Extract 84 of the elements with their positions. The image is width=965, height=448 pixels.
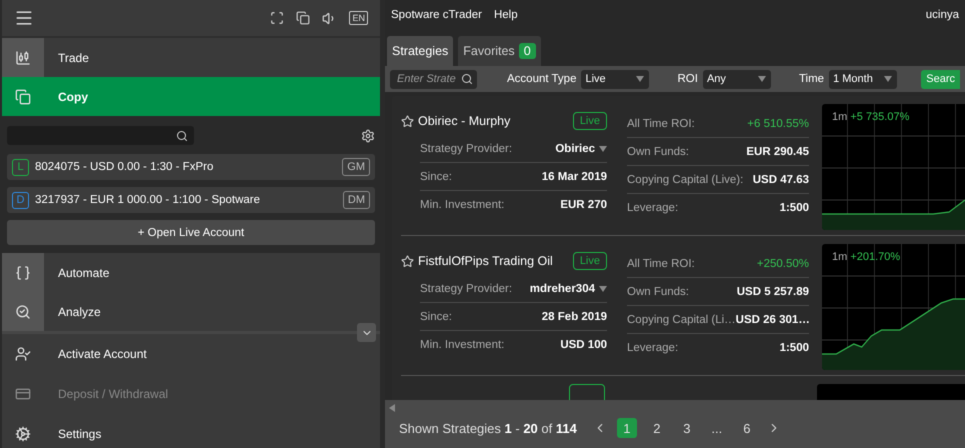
copy-icon bbox=[15, 88, 31, 104]
account-tag: GM bbox=[342, 158, 370, 176]
gear-icon bbox=[15, 426, 31, 442]
tab[interactable]: Favorites 0 bbox=[458, 36, 541, 66]
chart-return: 1m +201.70% bbox=[832, 251, 900, 263]
field-label: Copying Capital (Live): bbox=[627, 174, 744, 186]
field-value: USD 26 301… bbox=[736, 314, 810, 326]
filter-select[interactable]: Any bbox=[702, 70, 771, 88]
field-value: 28 Feb 2019 bbox=[542, 310, 607, 322]
shown-count: Shown Strategies 1 - 20 of 114 bbox=[399, 420, 577, 436]
field-label: Own Funds: bbox=[627, 146, 689, 158]
page-button[interactable]: ... bbox=[706, 418, 727, 438]
chart-return: 1m +5 735.07% bbox=[832, 111, 910, 123]
user-name[interactable]: ucinya bbox=[926, 9, 959, 21]
field-label: All Time ROI: bbox=[627, 118, 695, 130]
favorite-star-icon[interactable] bbox=[401, 114, 414, 128]
field-value: 1:500 bbox=[780, 202, 809, 214]
search-field[interactable] bbox=[7, 126, 194, 145]
strategy-search-input[interactable]: Enter Strate bbox=[395, 72, 461, 86]
account-item[interactable]: D 3217937 - EUR 1 000.00 - 1:100 - Spotware DM bbox=[7, 187, 375, 213]
windows-icon[interactable] bbox=[296, 11, 310, 25]
filter-select[interactable]: 1 Month bbox=[829, 70, 898, 88]
field-label: Copying Capital (Li… bbox=[627, 314, 736, 326]
field-value: USD 5 257.89 bbox=[736, 286, 809, 298]
account-type-badge: L bbox=[12, 158, 29, 176]
field-label: Min. Investment: bbox=[420, 199, 504, 211]
user-check-icon bbox=[15, 346, 31, 362]
field-value: USD 47.63 bbox=[752, 174, 809, 186]
field-value: +6 510.55% bbox=[747, 118, 809, 130]
field-label: Min. Investment: bbox=[420, 339, 504, 351]
field-label: Since: bbox=[420, 170, 452, 182]
strategy-name[interactable]: FistfulOfPips Trading Oil bbox=[418, 254, 573, 268]
filter-label: Account Type bbox=[507, 73, 576, 85]
tab[interactable]: Strategies bbox=[387, 36, 454, 66]
field-value: 1:500 bbox=[780, 342, 809, 354]
filter-label: Time bbox=[798, 73, 824, 85]
field-label: Leverage: bbox=[627, 202, 678, 214]
field-value[interactable]: Obiriec bbox=[555, 142, 607, 154]
menu-item[interactable]: Settings bbox=[2, 414, 380, 448]
live-badge: Live bbox=[572, 252, 607, 270]
strategy-search-field[interactable]: Enter Strate bbox=[390, 70, 477, 88]
field-value: +250.50% bbox=[756, 258, 809, 270]
menu-link[interactable]: Help bbox=[494, 9, 518, 21]
account-type-badge: D bbox=[12, 192, 29, 208]
account-tag: DM bbox=[342, 191, 370, 209]
field-label: Leverage: bbox=[627, 342, 678, 354]
field-label: Strategy Provider: bbox=[420, 142, 512, 154]
candlestick-icon bbox=[15, 50, 31, 66]
field-value: USD 100 bbox=[560, 339, 607, 351]
search-icon bbox=[461, 73, 473, 85]
favorite-star-icon[interactable] bbox=[401, 254, 414, 268]
page-button[interactable]: 2 bbox=[646, 418, 667, 438]
field-value: EUR 290.45 bbox=[746, 146, 809, 158]
fullscreen-icon[interactable] bbox=[270, 11, 284, 25]
field-label: Strategy Provider: bbox=[420, 282, 512, 294]
menu-item[interactable]: Activate Account bbox=[2, 334, 380, 374]
page-button[interactable]: 6 bbox=[736, 418, 757, 438]
language-button[interactable]: EN bbox=[349, 11, 368, 25]
menu-link[interactable]: Spotware cTrader bbox=[391, 9, 482, 21]
field-label: Own Funds: bbox=[627, 286, 689, 298]
search-button[interactable]: Searc bbox=[921, 70, 960, 88]
search-icon bbox=[176, 130, 188, 142]
scroll-left-icon[interactable] bbox=[389, 404, 395, 412]
account-item[interactable]: L 8024075 - USD 0.00 - 1:30 - FxPro GM bbox=[7, 154, 375, 180]
field-value: EUR 270 bbox=[560, 199, 607, 211]
page-button[interactable]: 3 bbox=[676, 418, 697, 438]
field-value[interactable]: mdreher304 bbox=[530, 282, 607, 294]
settings-icon[interactable] bbox=[361, 128, 375, 142]
field-label: All Time ROI: bbox=[627, 258, 695, 270]
collapse-button[interactable] bbox=[357, 323, 376, 342]
live-badge: Live bbox=[572, 112, 607, 130]
strategy-name[interactable]: Obiriec - Murphy bbox=[418, 114, 573, 128]
filter-select[interactable]: Live bbox=[581, 70, 650, 88]
account-label: 8024075 - USD 0.00 - 1:30 - FxPro bbox=[35, 161, 214, 173]
nav-item[interactable]: Copy bbox=[2, 77, 380, 116]
field-value: 16 Mar 2019 bbox=[542, 170, 607, 182]
filter-label: ROI bbox=[677, 73, 698, 85]
card-icon bbox=[15, 386, 31, 402]
count-badge: 0 bbox=[518, 43, 536, 59]
open-live-account-button[interactable]: + Open Live Account bbox=[7, 220, 375, 245]
account-label: 3217937 - EUR 1 000.00 - 1:100 - Spotware bbox=[35, 194, 262, 206]
field-label: Since: bbox=[420, 310, 452, 322]
braces-icon bbox=[15, 264, 31, 280]
magnifier-icon bbox=[15, 304, 31, 320]
